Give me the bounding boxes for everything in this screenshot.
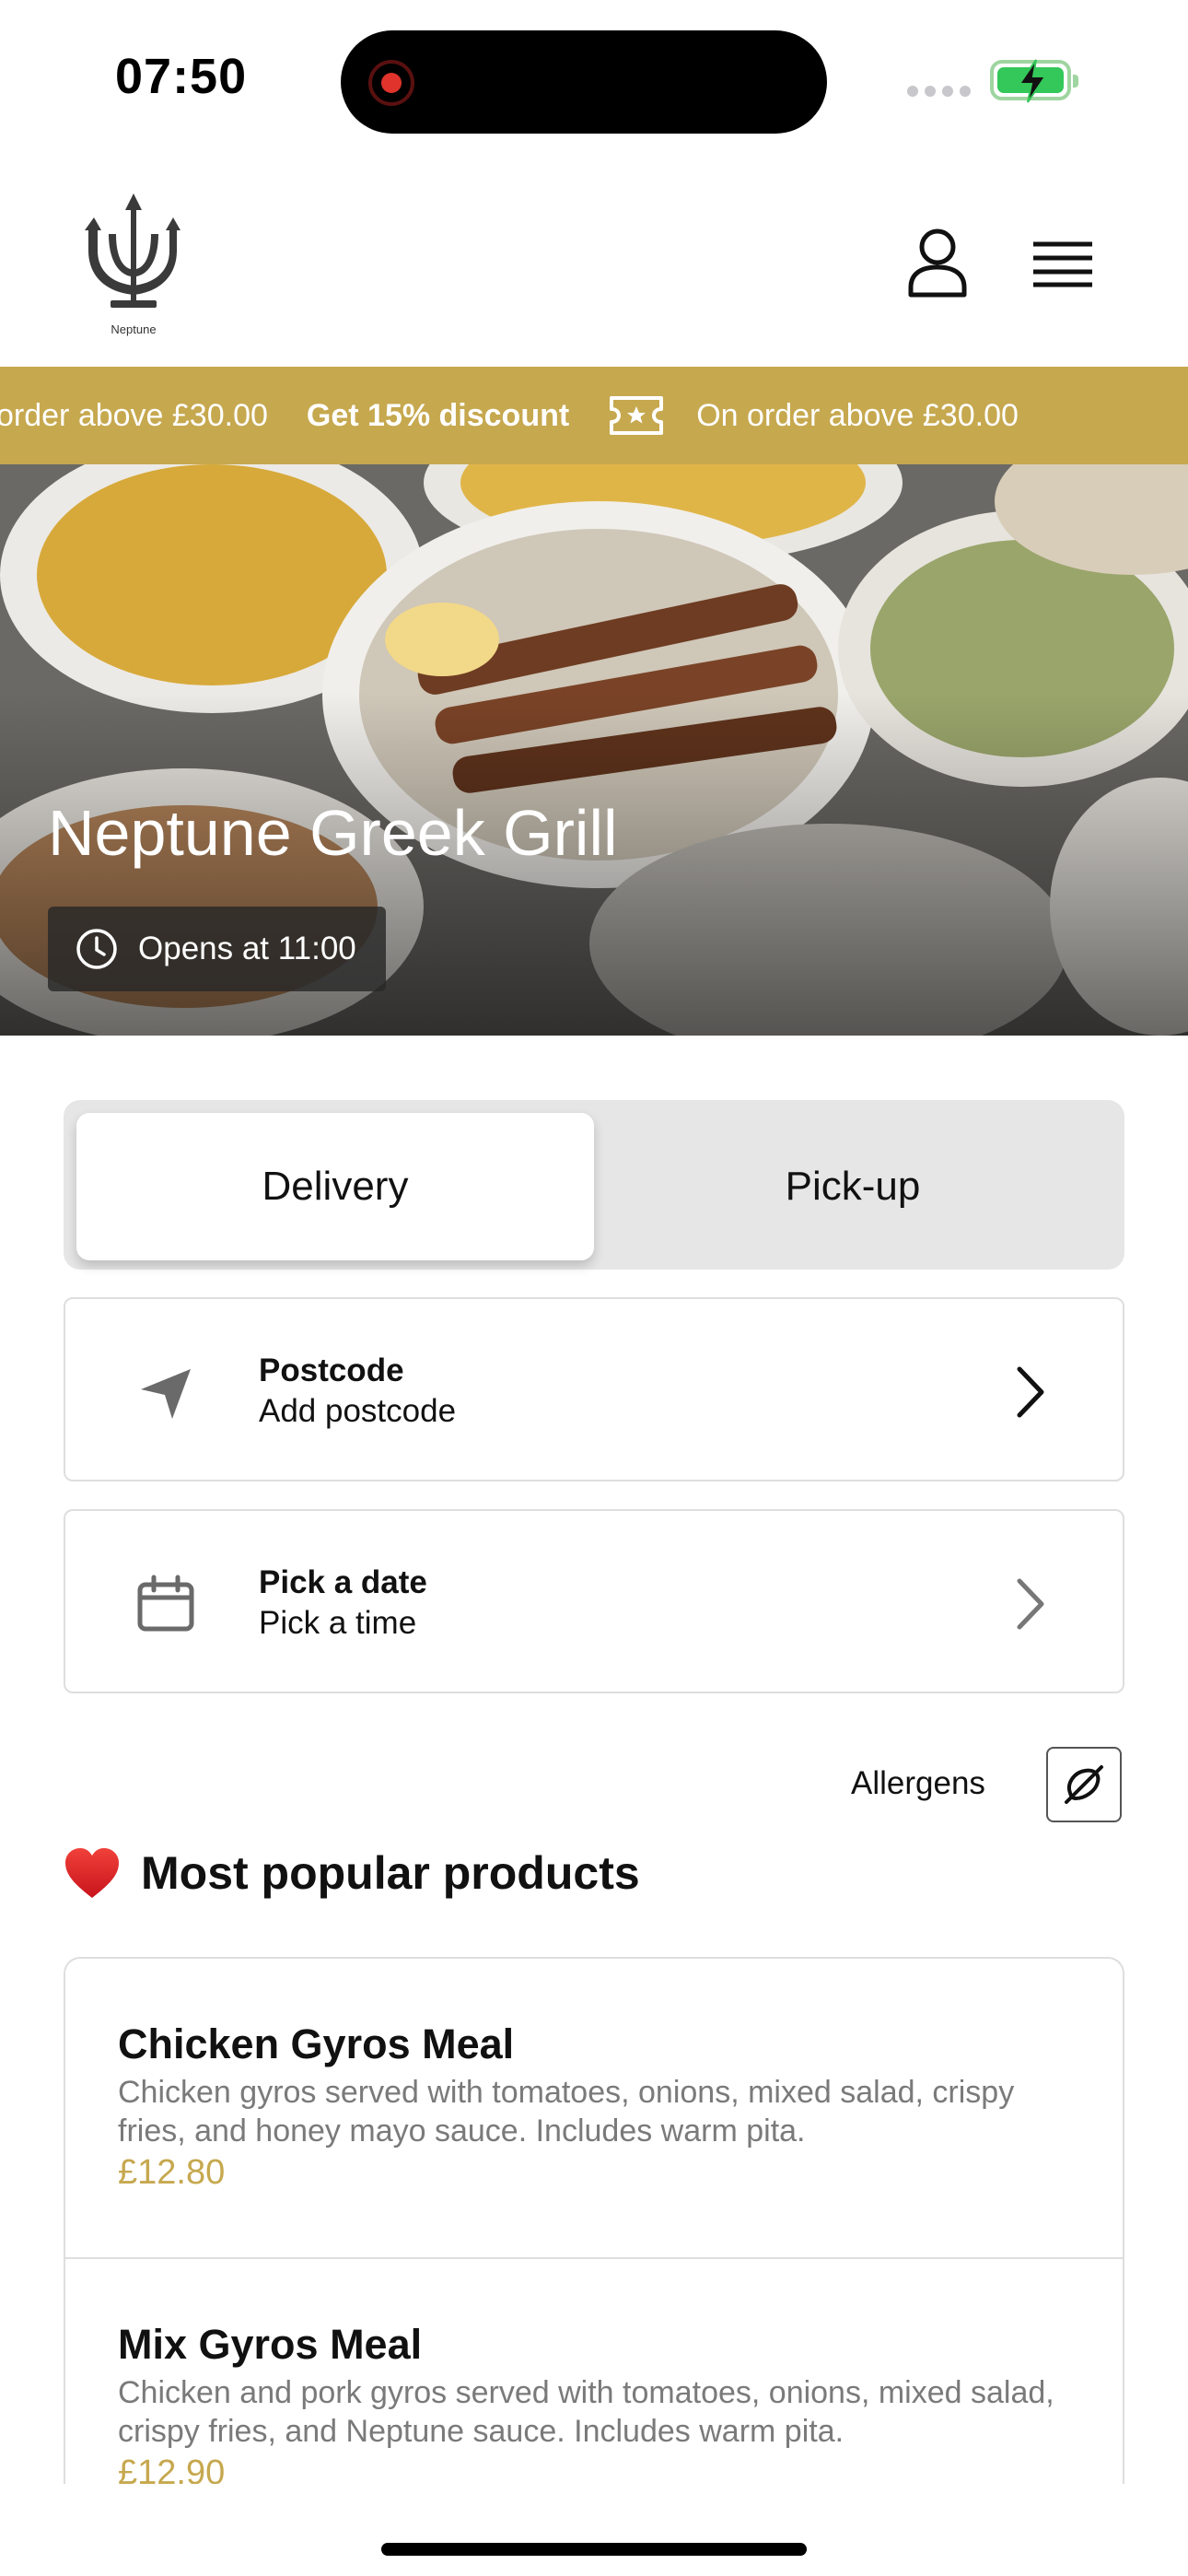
postcode-value: Add postcode xyxy=(259,1393,457,1429)
heart-icon xyxy=(65,1848,119,1898)
dynamic-island xyxy=(341,30,827,134)
product-description: Chicken gyros served with tomatoes, onio… xyxy=(118,2075,1015,2149)
popular-title: Most popular products xyxy=(141,1847,640,1899)
calendar-icon xyxy=(137,1575,194,1632)
product-list: Chicken Gyros Meal Chicken gyros served … xyxy=(64,1957,1124,2484)
signal-icon xyxy=(907,86,971,97)
product-name: Chicken Gyros Meal xyxy=(118,2020,515,2067)
product-card[interactable]: Chicken Gyros Meal Chicken gyros served … xyxy=(65,1959,1123,2257)
delivery-option[interactable]: Delivery xyxy=(76,1113,594,1260)
popular-heading: Most popular products xyxy=(64,1846,640,1900)
allergens-button[interactable] xyxy=(1046,1747,1122,1822)
product-name: Mix Gyros Meal xyxy=(118,2321,423,2368)
time-value: Pick a time xyxy=(259,1605,417,1641)
hamburger-menu-icon[interactable] xyxy=(1033,241,1092,287)
app-header: Neptune xyxy=(0,157,1188,367)
product-card[interactable]: Mix Gyros Meal Chicken and pork gyros se… xyxy=(65,2257,1123,2484)
user-account-icon[interactable] xyxy=(907,228,968,299)
status-bar: 07:50 xyxy=(0,0,1188,157)
banner-text: On order above £30.00 xyxy=(696,397,1019,433)
hero-image: Neptune Greek Grill Opens at 11:00 xyxy=(0,464,1188,1036)
allergen-filter-icon xyxy=(1065,1765,1103,1804)
product-price: £12.90 xyxy=(118,2453,226,2484)
restaurant-name: Neptune Greek Grill xyxy=(48,797,618,869)
location-arrow-icon xyxy=(141,1369,191,1419)
recording-icon xyxy=(368,60,414,106)
battery-icon xyxy=(990,59,1078,103)
chevron-right-icon xyxy=(1017,1366,1044,1418)
clock-icon xyxy=(76,929,117,969)
discount-banner[interactable]: order above £30.00 Get 15% discount On o… xyxy=(0,367,1188,464)
opening-hours-badge: Opens at 11:00 xyxy=(48,907,386,991)
pickup-option[interactable]: Pick-up xyxy=(594,1113,1112,1260)
neptune-logo[interactable]: Neptune xyxy=(83,193,184,341)
date-title: Pick a date xyxy=(259,1564,427,1600)
logo-text: Neptune xyxy=(111,322,157,336)
date-time-card[interactable]: Pick a date Pick a time xyxy=(64,1509,1124,1693)
allergens-label: Allergens xyxy=(851,1765,985,1801)
order-mode-toggle: Delivery Pick-up xyxy=(64,1100,1124,1270)
ticket-icon xyxy=(610,396,664,435)
banner-text: order above £30.00 xyxy=(0,397,268,433)
postcode-card[interactable]: Postcode Add postcode xyxy=(64,1297,1124,1481)
postcode-title: Postcode xyxy=(259,1352,404,1388)
opening-hours-text: Opens at 11:00 xyxy=(138,931,356,966)
product-price: £12.80 xyxy=(118,2153,226,2192)
trident-icon xyxy=(85,193,181,308)
status-time: 07:50 xyxy=(115,49,248,104)
home-indicator[interactable] xyxy=(381,2543,807,2556)
product-description: Chicken and pork gyros served with tomat… xyxy=(118,2375,1054,2449)
chevron-right-icon xyxy=(1017,1578,1044,1630)
banner-discount-text: Get 15% discount xyxy=(306,397,570,433)
